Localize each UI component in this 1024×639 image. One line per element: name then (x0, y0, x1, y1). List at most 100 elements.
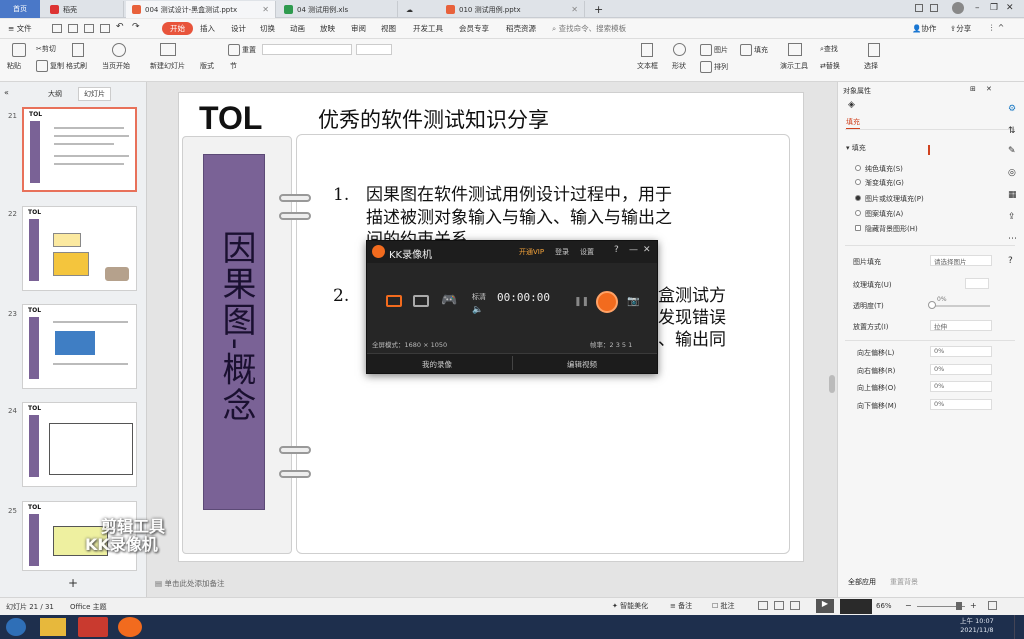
side-property-icon[interactable]: ⚙ (1008, 104, 1016, 114)
explorer-taskbar-icon[interactable] (40, 618, 66, 636)
font-style-buttons[interactable] (262, 60, 392, 70)
texture-fill-select[interactable] (965, 278, 989, 289)
tab-xls[interactable]: 04 测试用例.xls (278, 1, 398, 18)
kk-volume-icon[interactable]: 🔈 (472, 305, 483, 315)
kk-my-videos-button[interactable]: 我的录像 (422, 359, 452, 370)
close-button[interactable]: ✕ (1006, 3, 1014, 13)
vertical-title-text[interactable]: 因果图-概念 (214, 230, 256, 424)
kk-vip-link[interactable]: 开通VIP (519, 247, 544, 257)
offset-right-input[interactable]: 0% (930, 364, 992, 375)
kk-record-button[interactable] (596, 291, 618, 313)
opt-solid-fill[interactable]: 纯色填充(S) (855, 164, 903, 174)
zoom-out-icon[interactable]: − (905, 601, 912, 610)
panel-pin-icon[interactable]: ⊞ (970, 85, 976, 93)
body-line[interactable]: 发现错误 (658, 307, 726, 329)
menu-animation[interactable]: 动画 (290, 23, 305, 34)
offset-up-input[interactable]: 0% (930, 381, 992, 392)
collapse-panel-icon[interactable]: « (4, 88, 9, 97)
new-slide-icon[interactable] (160, 43, 176, 56)
menu-slideshow[interactable]: 放映 (320, 23, 335, 34)
more-icon[interactable]: ⋮ ^ (988, 23, 1004, 32)
kk-edit-video-button[interactable]: 编辑视频 (567, 359, 597, 370)
close-tab-icon[interactable]: ✕ (262, 5, 269, 14)
layout-icon[interactable] (915, 4, 923, 12)
maximize-button[interactable]: ❐ (990, 3, 998, 13)
slide-title[interactable]: TOL (199, 100, 262, 137)
picture-button[interactable]: 图片 (700, 44, 728, 56)
zoom-slider-thumb[interactable] (956, 602, 962, 610)
kk-quality-select[interactable]: 标清 (472, 292, 486, 302)
slider-thumb[interactable] (928, 301, 936, 309)
side-adjust-icon[interactable]: ⇅ (1008, 126, 1016, 136)
preview-icon[interactable] (100, 24, 110, 33)
reset-button[interactable]: 重置 (228, 44, 256, 56)
replace-button[interactable]: ⇄ 替换 (820, 61, 840, 71)
play-icon[interactable] (112, 43, 126, 57)
tab-pptx2[interactable]: 010 测试用例.pptx ✕ (440, 1, 585, 18)
fit-window-icon[interactable] (988, 601, 997, 610)
body-line[interactable]: 因果图在软件测试用例设计过程中，用于 (366, 184, 672, 206)
slide-thumb-21[interactable]: TOL (22, 107, 137, 192)
opt-gradient-fill[interactable]: 渐变填充(G) (855, 178, 904, 188)
opt-hide-bg[interactable]: 隐藏背景图形(H) (855, 224, 918, 234)
side-help-icon[interactable]: ? (1008, 256, 1013, 266)
system-tray-icons[interactable] (880, 621, 940, 633)
skin-icon[interactable] (930, 4, 938, 12)
side-share-icon[interactable]: ⇪ (1008, 212, 1016, 222)
kk-game-mode-icon[interactable]: 🎮 (441, 293, 457, 308)
new-slide-button[interactable]: 新建幻灯片 (150, 61, 185, 71)
slide-thumb-24[interactable]: TOL (22, 402, 137, 487)
kk-region-mode-icon[interactable] (413, 295, 429, 307)
kk-mini-recorder-widget[interactable] (840, 599, 872, 614)
reading-view-icon[interactable] (790, 601, 800, 610)
undo-icon[interactable]: ↶ (116, 22, 124, 32)
kk-recorder-window[interactable]: KK录像机 开通VIP 登录 设置 ? — ✕ 🎮 标清 🔈 00:00:00 … (366, 240, 658, 374)
picture-fill-select[interactable]: 请选择图片 (930, 255, 992, 266)
format-painter-icon[interactable] (72, 43, 84, 57)
side-design-icon[interactable]: ✎ (1008, 146, 1016, 156)
wps-taskbar-icon[interactable] (78, 617, 108, 637)
print-icon[interactable] (84, 24, 94, 33)
opt-picture-fill[interactable]: 图片或纹理填充(P) (855, 194, 924, 204)
select-icon[interactable] (868, 43, 880, 57)
comments-button[interactable]: ☐ 批注 (712, 601, 735, 611)
place-mode-select[interactable]: 拉伸 (930, 320, 992, 331)
kk-close-button[interactable]: ✕ (643, 245, 651, 255)
redo-icon[interactable]: ↷ (132, 22, 140, 32)
menu-design[interactable]: 设计 (231, 23, 246, 34)
apply-all-button[interactable]: 全部应用 (848, 577, 876, 587)
zoom-in-icon[interactable]: + (970, 601, 977, 610)
start-button-icon[interactable] (6, 618, 26, 636)
menu-review[interactable]: 审阅 (351, 23, 366, 34)
smart-beautify-button[interactable]: ✦ 智能美化 (612, 601, 648, 611)
textbox-button[interactable]: 文本框 (637, 61, 658, 71)
offset-left-input[interactable]: 0% (930, 346, 992, 357)
kk-minimize-button[interactable]: — (629, 245, 638, 255)
find-button[interactable]: ⌕ 查找 (820, 44, 838, 54)
zoom-level[interactable]: 66% (876, 602, 892, 610)
section-button[interactable]: 节 (230, 61, 237, 71)
tab-outline[interactable]: 大纲 (48, 89, 62, 99)
transparency-slider[interactable] (930, 305, 990, 307)
kk-screen-mode-icon[interactable] (386, 295, 402, 307)
kk-taskbar-icon[interactable] (118, 617, 142, 637)
textbox-icon[interactable] (641, 43, 653, 57)
arrange-button[interactable]: 排列 (700, 61, 728, 73)
export-icon[interactable] (68, 24, 78, 33)
font-size-select[interactable] (356, 44, 392, 55)
align-tools[interactable] (550, 44, 630, 72)
save-icon[interactable] (52, 24, 62, 33)
menu-view[interactable]: 视图 (381, 23, 396, 34)
reset-bg-button[interactable]: 重置背景 (890, 577, 918, 587)
side-animation-icon[interactable]: ◎ (1008, 168, 1016, 178)
shape-icon[interactable] (673, 43, 686, 56)
menu-insert[interactable]: 插入 (200, 23, 215, 34)
cut-button[interactable]: ✂ 剪切 (36, 44, 56, 54)
add-slide-button[interactable]: + (68, 576, 78, 590)
new-tab-icon[interactable]: + (588, 1, 604, 18)
fill-tab-icon[interactable]: ◈ (848, 100, 855, 110)
vertical-scrollbar[interactable] (829, 375, 835, 393)
menu-member[interactable]: 会员专享 (459, 23, 489, 34)
presenter-tools-button[interactable]: 演示工具 (780, 61, 808, 71)
body-line[interactable]: 、输出同 (658, 329, 726, 351)
